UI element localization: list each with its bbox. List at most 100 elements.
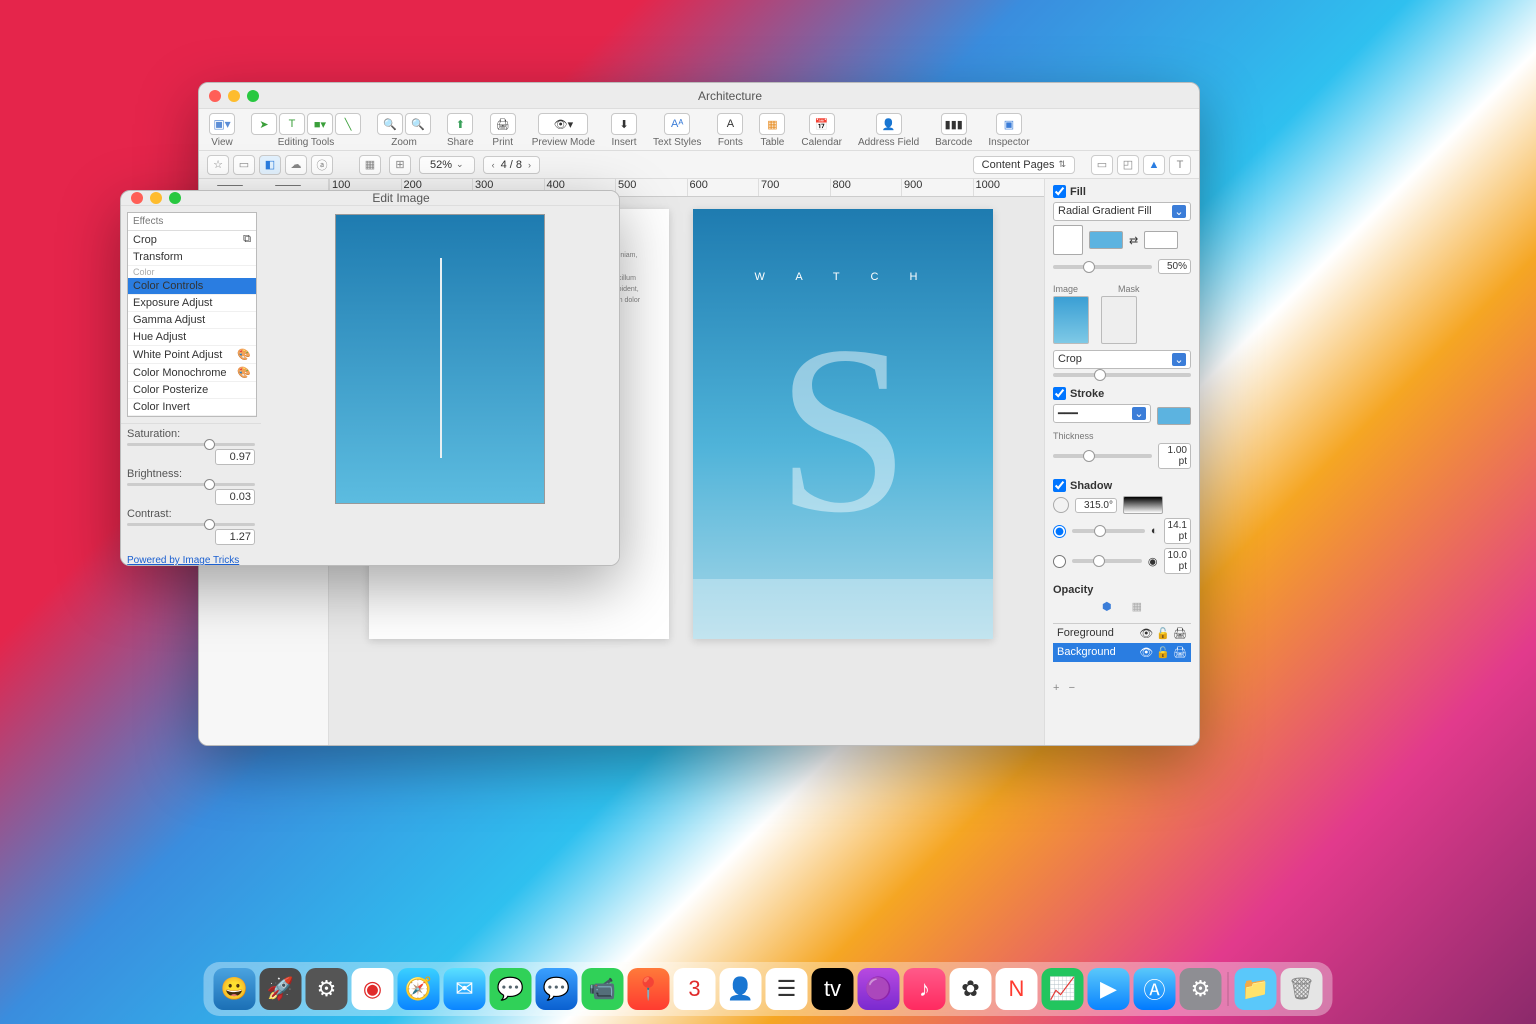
toolbar-editing-tools[interactable]: ➤ T ■▾ ╲ Editing Tools: [251, 113, 361, 148]
dock-podcasts-icon[interactable]: 🟣: [858, 968, 900, 1010]
inspector-tab-geometry-icon[interactable]: ▭: [1091, 155, 1113, 175]
toolbar-table[interactable]: ▦ Table: [759, 113, 785, 148]
effect-gamma-adjust[interactable]: Gamma Adjust: [128, 312, 256, 329]
tab-layers-icon[interactable]: ▭: [233, 155, 255, 175]
toolbar-insert[interactable]: ⬇ Insert: [611, 113, 637, 148]
effect-exposure-adjust[interactable]: Exposure Adjust: [128, 295, 256, 312]
inspector-tab-appearance-icon[interactable]: ◰: [1117, 155, 1139, 175]
shadow-blur-radio[interactable]: [1053, 555, 1066, 568]
gradient-preview[interactable]: [1053, 225, 1083, 255]
mask-thumbnail[interactable]: [1101, 296, 1137, 344]
dock-mail-icon[interactable]: ✉: [444, 968, 486, 1010]
dock-messages-icon[interactable]: 💬: [490, 968, 532, 1010]
titlebar[interactable]: Architecture: [199, 83, 1199, 109]
prev-page-icon[interactable]: ‹: [492, 160, 495, 170]
zoom-selector[interactable]: 52%⌄: [419, 156, 475, 174]
fill-opacity-slider[interactable]: [1053, 265, 1152, 269]
dock-swift-icon[interactable]: ◉: [352, 968, 394, 1010]
guides-toggle-icon[interactable]: ⊞: [389, 155, 411, 175]
dock-photos-icon[interactable]: ✿: [950, 968, 992, 1010]
toolbar-view[interactable]: ▣▾ View: [209, 113, 235, 148]
dock-folder-icon[interactable]: 📁: [1235, 968, 1277, 1010]
toolbar-calendar[interactable]: 📅 Calendar: [801, 113, 842, 148]
brightness-slider[interactable]: [127, 483, 255, 486]
powered-by-link[interactable]: Powered by Image Tricks: [121, 549, 261, 566]
stroke-checkbox[interactable]: [1053, 387, 1066, 400]
shadow-angle-dial[interactable]: [1053, 497, 1069, 513]
dock-music-icon[interactable]: ♪: [904, 968, 946, 1010]
contrast-slider[interactable]: [127, 523, 255, 526]
toolbar-barcode[interactable]: ▮▮▮ Barcode: [935, 113, 972, 148]
shadow-blur-slider[interactable]: [1072, 559, 1142, 563]
image-preview[interactable]: [335, 214, 545, 504]
effect-transform[interactable]: Transform: [128, 249, 256, 266]
dock-launchpad-icon[interactable]: 🚀: [260, 968, 302, 1010]
single-opacity-icon[interactable]: ⬢: [1102, 600, 1112, 613]
tab-shapes-icon[interactable]: ◧: [259, 155, 281, 175]
add-layer-button[interactable]: + −: [1053, 682, 1191, 694]
inspector-tab-text-icon[interactable]: T: [1169, 155, 1191, 175]
effect-color-invert[interactable]: Color Invert: [128, 399, 256, 416]
effect-crop[interactable]: Crop⧉: [128, 231, 256, 249]
dock-finder-icon[interactable]: 😀: [214, 968, 256, 1010]
dock-app1-icon[interactable]: 💬: [536, 968, 578, 1010]
shadow-color-swatch[interactable]: [1123, 496, 1163, 514]
toolbar-address-field[interactable]: 👤 Address Field: [858, 113, 919, 148]
shadow-angle-input[interactable]: 315.0°: [1075, 498, 1117, 513]
toolbar-share[interactable]: ⬆ Share: [447, 113, 474, 148]
effect-hue-adjust[interactable]: Hue Adjust: [128, 329, 256, 346]
toolbar-print[interactable]: 🖨 Print: [490, 113, 516, 148]
tab-text-icon[interactable]: ⓐ: [311, 155, 333, 175]
toolbar-preview-mode[interactable]: 👁▾ Preview Mode: [532, 113, 595, 148]
layer-foreground[interactable]: Foreground👁 🔓 🖨: [1053, 624, 1191, 643]
dock-keynote-icon[interactable]: ▶: [1088, 968, 1130, 1010]
dock-trash-icon[interactable]: 🗑: [1281, 968, 1323, 1010]
close-icon[interactable]: [209, 90, 221, 102]
toolbar-fonts[interactable]: A Fonts: [717, 113, 743, 148]
tab-images-icon[interactable]: ☁: [285, 155, 307, 175]
fill-checkbox[interactable]: [1053, 185, 1066, 198]
close-icon[interactable]: [131, 192, 143, 204]
minimize-icon[interactable]: [228, 90, 240, 102]
image-slider[interactable]: [1053, 373, 1191, 377]
image-thumbnail[interactable]: [1053, 296, 1089, 344]
stroke-color-swatch[interactable]: [1157, 407, 1191, 425]
grid-toggle-icon[interactable]: ▦: [359, 155, 381, 175]
tab-pages-icon[interactable]: ☆: [207, 155, 229, 175]
shadow-blur-input[interactable]: 10.0 pt: [1164, 548, 1191, 574]
layer-background[interactable]: Background👁 🔓 🖨: [1053, 643, 1191, 662]
dock-stocks-icon[interactable]: 📈: [1042, 968, 1084, 1010]
saturation-input[interactable]: 0.97: [215, 449, 255, 465]
dock-preferences-icon[interactable]: ⚙: [1180, 968, 1222, 1010]
fill-opacity-input[interactable]: 50%: [1158, 259, 1191, 274]
inspector-tab-image-icon[interactable]: ▲: [1143, 155, 1165, 175]
thickness-input[interactable]: 1.00 pt: [1158, 443, 1191, 469]
dock-tv-icon[interactable]: tv: [812, 968, 854, 1010]
next-page-icon[interactable]: ›: [528, 160, 531, 170]
color-start-swatch[interactable]: [1089, 231, 1123, 249]
grid-opacity-icon[interactable]: ▦: [1132, 600, 1142, 613]
dock-findmy-icon[interactable]: 📍: [628, 968, 670, 1010]
crop-dropdown[interactable]: Crop⌄: [1053, 350, 1191, 369]
toolbar-text-styles[interactable]: Aᴬ Text Styles: [653, 113, 701, 148]
stroke-style-dropdown[interactable]: ━━━⌄: [1053, 404, 1151, 423]
dock-safari-icon[interactable]: 🧭: [398, 968, 440, 1010]
dock-appstore-icon[interactable]: Ⓐ: [1134, 968, 1176, 1010]
brightness-input[interactable]: 0.03: [215, 489, 255, 505]
toolbar-zoom[interactable]: 🔍 🔍 Zoom: [377, 113, 431, 148]
maximize-icon[interactable]: [169, 192, 181, 204]
fill-type-dropdown[interactable]: Radial Gradient Fill⌄: [1053, 202, 1191, 221]
effect-white-point-adjust[interactable]: White Point Adjust🎨: [128, 346, 256, 364]
shadow-offset-radio[interactable]: [1053, 525, 1066, 538]
contrast-input[interactable]: 1.27: [215, 529, 255, 545]
dock-reminders-icon[interactable]: ☰: [766, 968, 808, 1010]
color-end-swatch[interactable]: [1144, 231, 1178, 249]
dock-calendar-icon[interactable]: 3: [674, 968, 716, 1010]
dock-settings-icon[interactable]: ⚙: [306, 968, 348, 1010]
modal-titlebar[interactable]: Edit Image: [121, 191, 619, 206]
shadow-checkbox[interactable]: [1053, 479, 1066, 492]
page-right[interactable]: W A T C H S: [693, 209, 993, 639]
content-pages-dropdown[interactable]: Content Pages⇅: [973, 156, 1075, 174]
swap-colors-icon[interactable]: ⇄: [1129, 234, 1138, 247]
toolbar-inspector[interactable]: ▣ Inspector: [988, 113, 1029, 148]
